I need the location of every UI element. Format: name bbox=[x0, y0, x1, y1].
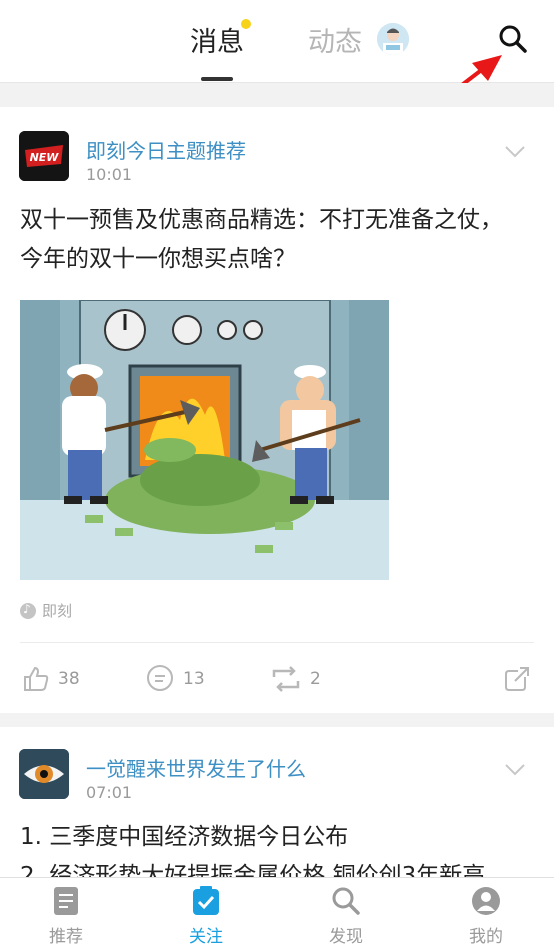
post-line[interactable]: 1. 三季度中国经济数据今日公布 bbox=[20, 818, 520, 857]
active-tab-indicator bbox=[201, 77, 233, 81]
post-image[interactable] bbox=[20, 300, 389, 580]
user-icon bbox=[472, 887, 500, 915]
post-time: 10:01 bbox=[86, 165, 133, 184]
repost-button[interactable]: 2 bbox=[270, 664, 321, 694]
bottom-nav: 推荐 关注 发现 我的 bbox=[0, 877, 554, 951]
repost-count: 2 bbox=[310, 669, 321, 689]
thumbs-up-icon bbox=[24, 666, 49, 691]
chevron-down-icon[interactable] bbox=[504, 763, 526, 777]
feed-card[interactable]: NEW 即刻今日主题推荐 10:01 双十一预售及优惠商品精选：不打无准备之仗，… bbox=[0, 107, 554, 713]
checkbox-icon bbox=[193, 886, 219, 915]
nav-label: 发现 bbox=[329, 927, 363, 947]
comment-icon bbox=[147, 665, 173, 691]
svg-text:NEW: NEW bbox=[30, 151, 60, 164]
chevron-down-icon[interactable] bbox=[504, 145, 526, 159]
topic-avatar[interactable]: NEW bbox=[19, 131, 69, 181]
share-icon bbox=[505, 667, 529, 691]
comment-count: 13 bbox=[183, 669, 205, 689]
share-button[interactable] bbox=[503, 664, 539, 694]
like-count: 38 bbox=[58, 669, 80, 689]
nav-following[interactable]: 关注 bbox=[171, 886, 241, 947]
nav-label: 关注 bbox=[189, 927, 223, 947]
tab-activity[interactable]: 动态 bbox=[308, 20, 362, 59]
nav-discover[interactable]: 发现 bbox=[311, 886, 381, 947]
feed-spacer bbox=[0, 83, 554, 107]
nav-recommend[interactable]: 推荐 bbox=[31, 886, 101, 947]
tab-messages[interactable]: 消息 bbox=[190, 20, 244, 59]
document-icon bbox=[54, 887, 78, 915]
like-button[interactable]: 38 bbox=[22, 664, 80, 694]
nav-me[interactable]: 我的 bbox=[451, 886, 521, 947]
topic-name[interactable]: 即刻今日主题推荐 bbox=[86, 135, 246, 164]
feed-card[interactable]: 一觉醒来世界发生了什么 07:01 1. 三季度中国经济数据今日公布 2. 经济… bbox=[0, 727, 554, 889]
post-time: 07:01 bbox=[86, 783, 133, 802]
eye-icon bbox=[19, 749, 69, 799]
nav-label: 推荐 bbox=[49, 927, 83, 947]
unread-dot bbox=[241, 19, 251, 29]
post-source[interactable]: 即刻 bbox=[20, 600, 72, 621]
repost-icon bbox=[272, 666, 300, 692]
topic-name[interactable]: 一觉醒来世界发生了什么 bbox=[86, 753, 306, 782]
nav-label: 我的 bbox=[469, 927, 503, 947]
search-icon bbox=[332, 887, 360, 915]
jike-logo-icon bbox=[20, 602, 36, 619]
topic-avatar[interactable] bbox=[19, 749, 69, 799]
divider bbox=[20, 642, 534, 643]
post-text[interactable]: 双十一预售及优惠商品精选：不打无准备之仗，今年的双十一你想买点啥？ bbox=[20, 201, 520, 279]
comment-button[interactable]: 13 bbox=[145, 664, 205, 694]
